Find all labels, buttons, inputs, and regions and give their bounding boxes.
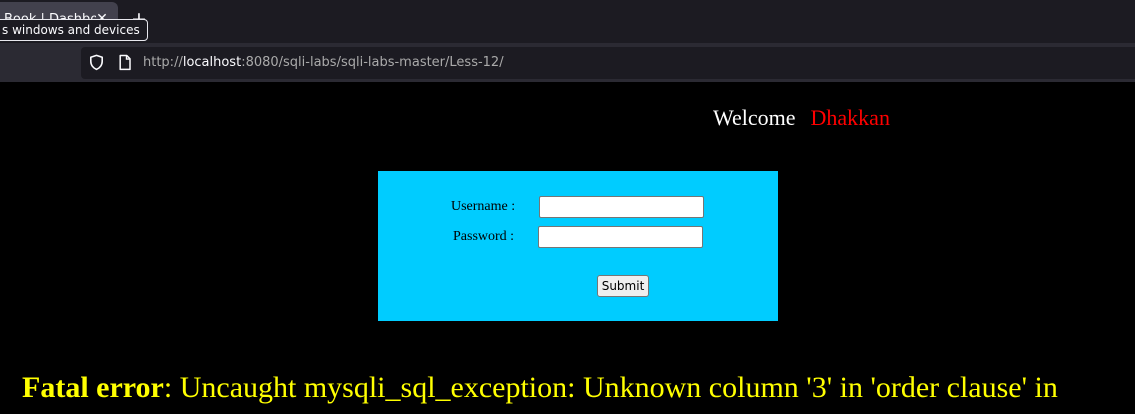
- browser-chrome: Book | Dashbo ✕ + s windows and devices …: [0, 0, 1135, 82]
- welcome-message: Welcome Dhakkan: [713, 104, 890, 132]
- tab-tooltip: s windows and devices: [0, 19, 148, 41]
- address-url[interactable]: http://localhost:8080/sqli-labs/sqli-lab…: [143, 54, 504, 72]
- url-path: :8080/sqli-labs/sqli-labs-master/Less-12…: [241, 55, 504, 70]
- welcome-label: Welcome: [713, 105, 796, 130]
- shield-icon[interactable]: [88, 54, 105, 71]
- address-bar[interactable]: http://localhost:8080/sqli-labs/sqli-lab…: [81, 47, 1135, 79]
- login-form: Username : Password : Submit: [378, 171, 778, 321]
- submit-button[interactable]: Submit: [597, 275, 649, 297]
- tab-strip: Book | Dashbo ✕ +: [0, 0, 1135, 43]
- fatal-error-label: Fatal error: [22, 371, 164, 404]
- url-host: localhost: [182, 55, 242, 70]
- welcome-name: Dhakkan: [810, 105, 890, 130]
- password-label: Password :: [453, 229, 515, 244]
- username-input[interactable]: [539, 196, 704, 218]
- password-input[interactable]: [538, 226, 703, 248]
- fatal-error-text: : Uncaught mysqli_sql_exception: Unknown…: [163, 371, 1058, 404]
- fatal-error-message: Fatal error: Uncaught mysqli_sql_excepti…: [22, 370, 1135, 406]
- username-label: Username :: [451, 199, 516, 214]
- url-prefix: http://: [143, 55, 183, 70]
- navigation-bar: http://localhost:8080/sqli-labs/sqli-lab…: [0, 43, 1135, 82]
- page-icon[interactable]: [117, 54, 133, 71]
- web-page: Welcome Dhakkan Username : Password : Sub…: [0, 82, 1135, 414]
